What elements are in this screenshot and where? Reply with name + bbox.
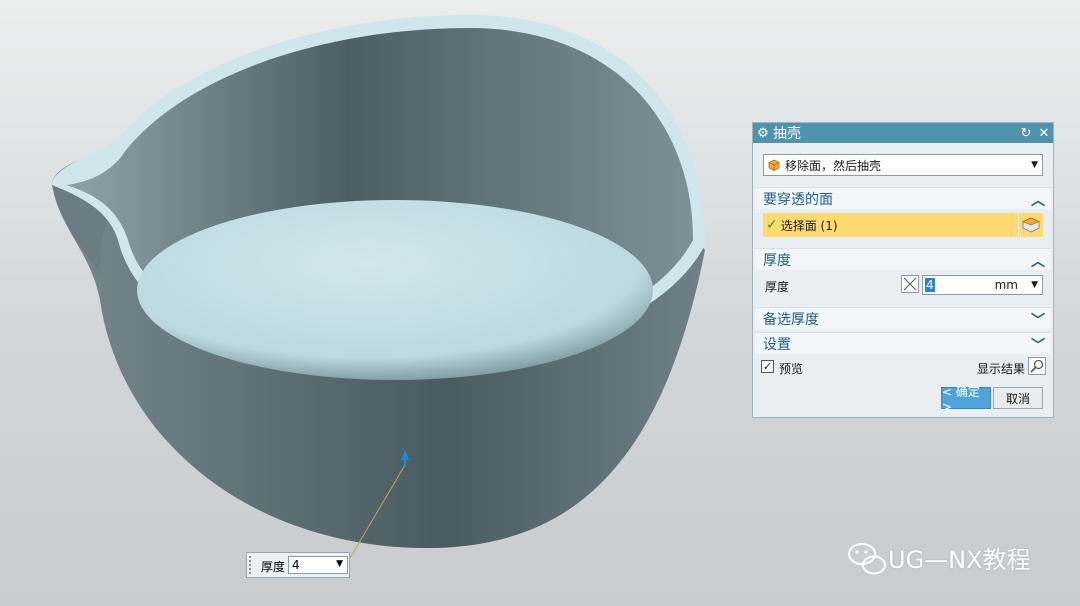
shell-dialog: ⚙ 抽壳 ↻ ✕ 移除面，然后抽壳 ▼ 要穿透的面 ︿ ✓ 选择面 (1) 厚度… (752, 122, 1054, 418)
gear-icon[interactable]: ⚙ (753, 126, 773, 141)
shell-type-icon (768, 159, 780, 171)
checkmark-icon: ✓ (766, 217, 778, 233)
dialog-titlebar[interactable]: ⚙ 抽壳 ↻ ✕ (753, 123, 1053, 143)
section-header-faces[interactable]: 要穿透的面 ︿ (755, 187, 1051, 209)
preview-label: 预览 (779, 362, 804, 376)
section-header-thickness[interactable]: 厚度 ︿ (755, 248, 1051, 270)
shell-type-value: 移除面，然后抽壳 (785, 158, 882, 173)
close-icon[interactable]: ✕ (1035, 126, 1053, 141)
wechat-icon (848, 543, 886, 575)
show-result-label: 显示结果 (977, 362, 1026, 376)
thickness-icon[interactable] (901, 275, 919, 293)
chevron-down-icon: ▼ (1031, 160, 1038, 170)
reset-icon[interactable]: ↻ (1017, 126, 1035, 141)
thickness-label: 厚度 (765, 280, 790, 294)
canvas-grip[interactable] (249, 556, 255, 574)
chevron-down-icon[interactable]: ▼ (336, 559, 343, 569)
face-select-icon[interactable] (1019, 213, 1043, 237)
chevron-down-icon: ▼ (1031, 280, 1038, 290)
section-alt-thickness-title: 备选厚度 (763, 311, 819, 328)
section-header-settings[interactable]: 设置 ﹀ (755, 332, 1051, 354)
canvas-thickness-input[interactable]: 4 ▼ (288, 556, 348, 574)
thickness-input[interactable]: 4 mm ▼ (922, 275, 1043, 295)
ok-button[interactable]: < 确定 > (941, 385, 991, 414)
section-faces-title: 要穿透的面 (763, 191, 833, 208)
section-settings-title: 设置 (763, 336, 791, 353)
dialog-title: 抽壳 (773, 126, 801, 142)
pan-inner-floor (137, 200, 653, 380)
thickness-value: 4 (925, 278, 935, 292)
section-header-alt-thickness[interactable]: 备选厚度 ﹀ (755, 307, 1051, 329)
chevron-down-icon: ﹀ (1031, 313, 1045, 329)
magnifier-icon[interactable] (1028, 357, 1046, 375)
select-face-row[interactable]: ✓ 选择面 (1) (763, 213, 1018, 237)
canvas-thickness-box: 厚度 4 ▼ (246, 552, 350, 578)
select-face-label: 选择面 (1) (780, 218, 838, 233)
cancel-button[interactable]: 取消 (993, 387, 1043, 409)
chevron-down-icon: ﹀ (1031, 338, 1045, 354)
preview-checkbox[interactable]: ✓ (761, 360, 774, 373)
canvas-thickness-value: 4 (292, 558, 300, 572)
chevron-up-icon: ︿ (1031, 254, 1045, 270)
shell-type-dropdown[interactable]: 移除面，然后抽壳 ▼ (763, 154, 1043, 176)
canvas-thickness-label: 厚度 (261, 560, 286, 574)
chevron-up-icon: ︿ (1031, 193, 1045, 209)
thickness-unit: mm (994, 278, 1018, 292)
section-thickness-title: 厚度 (763, 252, 791, 269)
watermark-text: UG—NX教程 (888, 546, 1031, 574)
